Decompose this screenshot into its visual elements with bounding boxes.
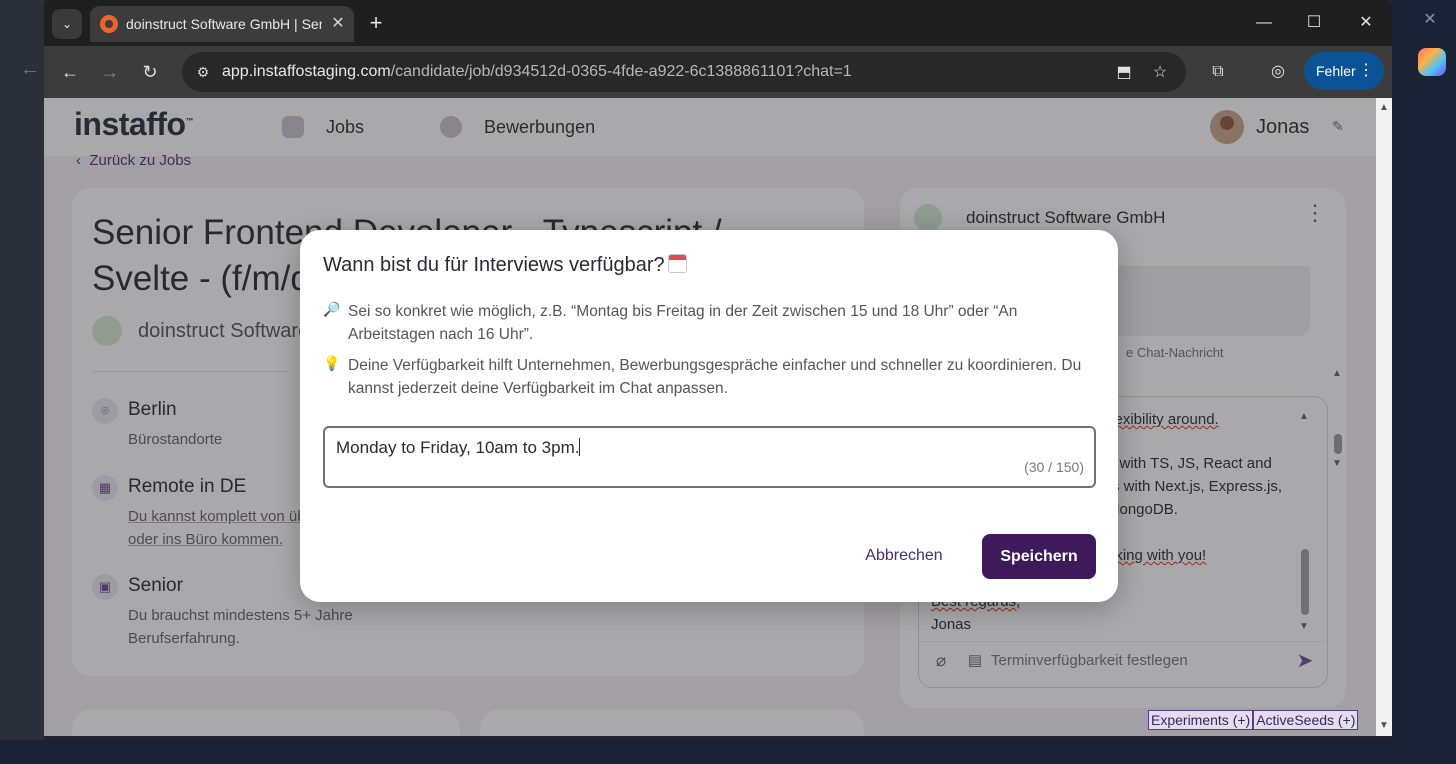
tab-bar: ▯ ⌄ doinstruct Software GmbH | Ser ✕ + —… [44, 0, 1392, 46]
forward-arrow-icon[interactable]: → [96, 58, 124, 86]
tip-benefit: 💡 Deine Verfügbarkeit hilft Unternehmen,… [323, 354, 1093, 402]
desktop-background-right [1392, 0, 1456, 764]
dev-badges: Experiments (+) ActiveSeeds (+) [1148, 710, 1359, 732]
save-button[interactable]: Speichern [982, 534, 1096, 579]
url-path: /candidate/job/d934512d-0365-4fde-a922-6… [390, 63, 852, 80]
text-caret [579, 438, 581, 456]
tab-close-icon[interactable]: ✕ [326, 12, 350, 36]
active-tab[interactable]: doinstruct Software GmbH | Ser ✕ [90, 6, 354, 42]
minimize-icon[interactable]: — [1242, 8, 1286, 38]
tip-specific: 🔎 Sei so konkret wie möglich, z.B. “Mont… [323, 300, 1093, 348]
browser-menu-icon[interactable]: ⋮ [1358, 52, 1374, 90]
tab-favicon-icon [100, 15, 118, 33]
url-text[interactable]: app.instaffostaging.com/candidate/job/d9… [222, 63, 852, 81]
tip-text: Deine Verfügbarkeit hilft Unternehmen, B… [348, 357, 1082, 397]
back-arrow-icon[interactable]: ← [56, 58, 84, 86]
tab-title: doinstruct Software GmbH | Ser [126, 16, 322, 32]
availability-value-text: Monday to Friday, 10am to 3pm. [336, 438, 580, 457]
profile-error-label: Fehler [1316, 63, 1356, 79]
availability-dialog: Wann bist du für Interviews verfügbar? 🔎… [300, 230, 1118, 602]
browser-window: ▯ ⌄ doinstruct Software GmbH | Ser ✕ + —… [44, 0, 1392, 736]
profile-icon[interactable]: ◎ [1264, 58, 1292, 86]
page-scroll-down-icon[interactable]: ▼ [1378, 720, 1390, 732]
availability-input[interactable]: Monday to Friday, 10am to 3pm. (30 / 150… [323, 426, 1096, 488]
web-page: instaffo™ Jobs Bewerbungen Jonas ✎ ‹ Zur… [44, 98, 1376, 736]
active-seeds-badge[interactable]: ActiveSeeds (+) [1253, 710, 1359, 730]
availability-value[interactable]: Monday to Friday, 10am to 3pm. [336, 438, 581, 458]
extensions-puzzle-icon[interactable]: ⧉ [1204, 58, 1232, 86]
profile-error-button[interactable]: Fehler ⋮ [1304, 52, 1384, 90]
page-scrollbar[interactable]: ▲ ▼ [1376, 98, 1392, 736]
new-tab-plus-icon[interactable]: + [362, 10, 390, 38]
site-info-icon[interactable]: ⚙ [192, 61, 214, 83]
dialog-title-text: Wann bist du für Interviews verfügbar? [323, 254, 665, 276]
character-counter: (30 / 150) [1024, 459, 1084, 475]
maximize-icon[interactable]: ☐ [1292, 8, 1336, 38]
reload-icon[interactable]: ↻ [136, 58, 164, 86]
magnifier-icon: 🔎 [323, 301, 341, 317]
tab-search-chevron-icon[interactable]: ⌄ [52, 9, 82, 39]
desktop-background-left [0, 0, 44, 764]
address-bar[interactable]: ⚙ app.instaffostaging.com/candidate/job/… [182, 52, 1186, 92]
install-app-icon[interactable]: ⬒ [1112, 61, 1136, 85]
lightbulb-icon: 💡 [323, 355, 341, 371]
page-scroll-up-icon[interactable]: ▲ [1378, 102, 1390, 114]
outer-back-arrow-icon: ← [20, 58, 40, 80]
copilot-icon[interactable] [1418, 48, 1446, 76]
outer-close-icon[interactable]: ✕ [1418, 8, 1442, 32]
window-close-icon[interactable]: ✕ [1344, 8, 1388, 38]
calendar-emoji-icon [667, 254, 687, 273]
bookmark-star-icon[interactable]: ☆ [1148, 61, 1172, 85]
browser-toolbar: ← → ↻ ⚙ app.instaffostaging.com/candidat… [44, 46, 1392, 98]
dialog-title: Wann bist du für Interviews verfügbar? [323, 254, 687, 277]
experiments-badge[interactable]: Experiments (+) [1148, 710, 1254, 730]
url-host: app.instaffostaging.com [222, 63, 391, 80]
cancel-button[interactable]: Abbrechen [848, 534, 960, 578]
desktop-bottom [0, 740, 1456, 764]
tip-text: Sei so konkret wie möglich, z.B. “Montag… [348, 303, 1018, 343]
